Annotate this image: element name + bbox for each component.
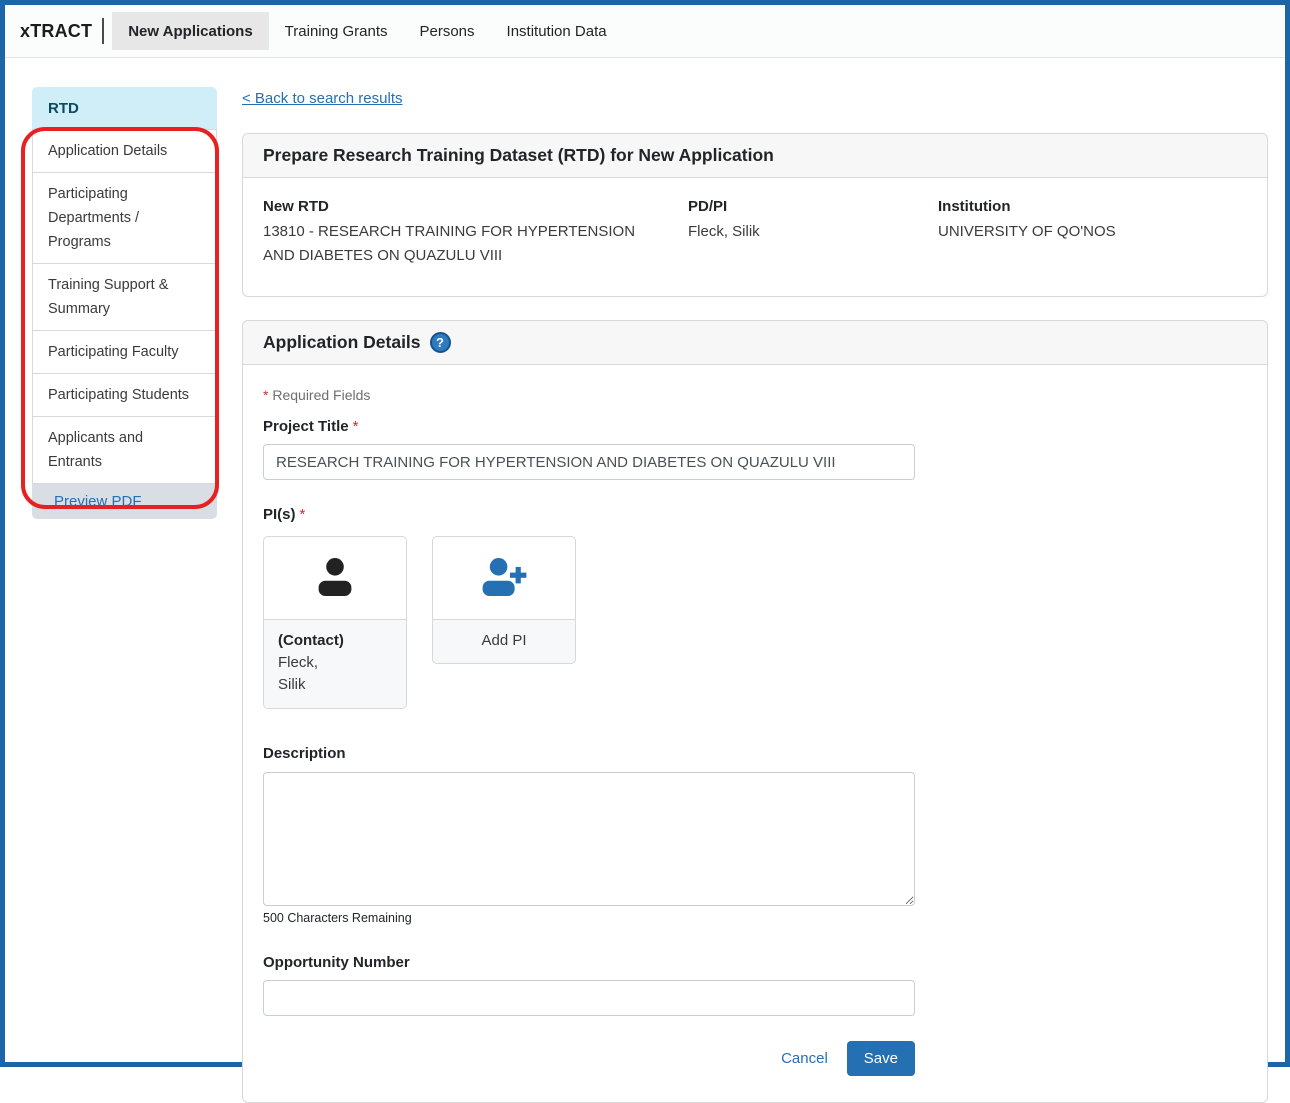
help-icon[interactable]: ? <box>430 332 451 353</box>
required-fields-note: * Required Fields <box>263 387 1247 403</box>
person-icon <box>264 537 406 619</box>
description-textarea[interactable] <box>263 772 915 906</box>
pis-label-text: PI(s) <box>263 506 296 523</box>
project-title-label: Project Title* <box>263 418 1247 435</box>
project-title-label-text: Project Title <box>263 418 349 435</box>
tab-training-grants[interactable]: Training Grants <box>269 12 404 50</box>
top-navigation: xTRACT New Applications Training Grants … <box>5 5 1285 58</box>
project-title-input[interactable] <box>263 444 915 480</box>
sidebar-item-applicants-entrants[interactable]: Applicants and Entrants <box>33 417 216 483</box>
pis-required-asterisk: * <box>300 506 306 523</box>
required-note-text: Required Fields <box>272 387 370 403</box>
rtd-summary-panel: Prepare Research Training Dataset (RTD) … <box>242 133 1268 297</box>
application-details-title: Application Details <box>263 332 421 353</box>
cancel-button[interactable]: Cancel <box>781 1050 828 1067</box>
new-rtd-value: 13810 - RESEARCH TRAINING FOR HYPERTENSI… <box>263 220 688 268</box>
add-person-icon <box>433 537 575 619</box>
application-details-panel: Application Details ? * Required Fields … <box>242 320 1268 1103</box>
pis-label: PI(s)* <box>263 506 1247 523</box>
opportunity-number-label: Opportunity Number <box>263 954 1247 971</box>
contact-name-line2: Silik <box>278 674 392 696</box>
sidebar-nav-list: Application Details Participating Depart… <box>32 129 217 484</box>
pdpi-label: PD/PI <box>688 198 938 215</box>
tab-persons[interactable]: Persons <box>404 12 491 50</box>
institution-field: Institution UNIVERSITY OF QO'NOS <box>938 198 1247 268</box>
pi-cards: (Contact) Fleck, Silik <box>263 536 1247 709</box>
xtract-page: { "nav": { "brand": "xTRACT", "tabs": [ … <box>0 0 1290 1067</box>
new-rtd-label: New RTD <box>263 198 688 215</box>
main-content: < Back to search results Prepare Researc… <box>242 87 1268 1103</box>
pi-section: PI(s)* (Contact) Fleck, S <box>263 506 1247 709</box>
opportunity-number-section: Opportunity Number <box>263 954 1247 1016</box>
add-pi-label: Add PI <box>433 619 575 663</box>
sidebar-item-application-details[interactable]: Application Details <box>33 130 216 173</box>
pdpi-field: PD/PI Fleck, Silik <box>688 198 938 268</box>
contact-pi-card[interactable]: (Contact) Fleck, Silik <box>263 536 407 709</box>
brand-divider <box>102 18 104 44</box>
sidebar-item-training-support[interactable]: Training Support & Summary <box>33 264 216 331</box>
institution-label: Institution <box>938 198 1247 215</box>
save-button[interactable]: Save <box>847 1041 915 1076</box>
rtd-panel-title: Prepare Research Training Dataset (RTD) … <box>243 134 1267 178</box>
sidebar-item-participating-departments[interactable]: Participating Departments / Programs <box>33 173 216 264</box>
description-section: Description 500 Characters Remaining <box>263 745 1247 925</box>
back-to-search-link[interactable]: < Back to search results <box>242 90 403 107</box>
sidebar-item-participating-students[interactable]: Participating Students <box>33 374 216 417</box>
preview-pdf-button[interactable]: Preview PDF <box>32 484 217 519</box>
contact-name-line1: Fleck, <box>278 652 392 674</box>
rtd-sidebar: RTD Application Details Participating De… <box>32 87 217 519</box>
rtd-panel-body: New RTD 13810 - RESEARCH TRAINING FOR HY… <box>243 178 1267 296</box>
tab-institution-data[interactable]: Institution Data <box>491 12 623 50</box>
pdpi-value: Fleck, Silik <box>688 220 938 244</box>
application-details-header: Application Details ? <box>243 321 1267 365</box>
opportunity-number-input[interactable] <box>263 980 915 1016</box>
institution-value: UNIVERSITY OF QO'NOS <box>938 220 1247 244</box>
tab-new-applications[interactable]: New Applications <box>112 12 268 50</box>
description-label: Description <box>263 745 1247 762</box>
new-rtd-field: New RTD 13810 - RESEARCH TRAINING FOR HY… <box>263 198 688 268</box>
contact-tag: (Contact) <box>278 630 392 652</box>
app-logo: xTRACT <box>15 21 102 42</box>
add-pi-card[interactable]: Add PI <box>432 536 576 664</box>
required-asterisk: * <box>263 387 268 403</box>
application-details-body: * Required Fields Project Title* PI(s)* <box>243 365 1267 1102</box>
sidebar-header-rtd: RTD <box>32 87 217 129</box>
characters-remaining-counter: 500 Characters Remaining <box>263 911 1247 925</box>
sidebar-item-participating-faculty[interactable]: Participating Faculty <box>33 331 216 374</box>
form-actions: Cancel Save <box>263 1041 915 1076</box>
contact-pi-label: (Contact) Fleck, Silik <box>264 619 406 708</box>
project-title-required-asterisk: * <box>353 418 359 435</box>
